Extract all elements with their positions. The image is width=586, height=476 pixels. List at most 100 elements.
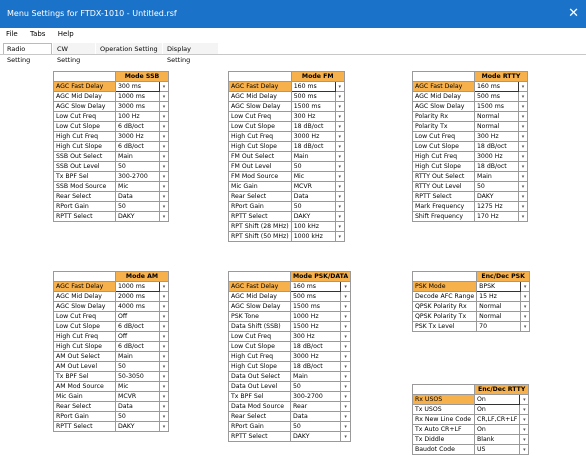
- chevron-down-icon[interactable]: ▾: [339, 291, 352, 302]
- chevron-down-icon[interactable]: ▾: [339, 401, 352, 412]
- chevron-down-icon[interactable]: ▾: [159, 151, 169, 162]
- menu-help[interactable]: Help: [58, 30, 74, 38]
- chevron-down-icon[interactable]: ▾: [519, 404, 530, 415]
- setting-value[interactable]: Main: [290, 371, 341, 382]
- chevron-down-icon[interactable]: ▾: [159, 111, 169, 122]
- chevron-down-icon[interactable]: ▾: [334, 91, 345, 102]
- chevron-down-icon[interactable]: ▾: [518, 211, 528, 222]
- chevron-down-icon[interactable]: ▾: [518, 121, 528, 132]
- setting-value[interactable]: Main: [115, 151, 160, 162]
- setting-value[interactable]: 18 dB/oct: [290, 361, 341, 372]
- chevron-down-icon[interactable]: ▾: [334, 201, 345, 212]
- setting-value[interactable]: 3000 Hz: [290, 131, 336, 142]
- setting-value[interactable]: 3000 Hz: [115, 131, 160, 142]
- setting-value[interactable]: Data: [115, 401, 160, 412]
- chevron-down-icon[interactable]: ▾: [159, 161, 169, 172]
- chevron-down-icon[interactable]: ▾: [334, 181, 345, 192]
- setting-value[interactable]: 50-3050: [115, 371, 160, 382]
- chevron-down-icon[interactable]: ▾: [339, 371, 352, 382]
- setting-value[interactable]: DAKY: [115, 421, 160, 432]
- chevron-down-icon[interactable]: ▾: [159, 201, 169, 212]
- setting-value[interactable]: 50: [290, 421, 341, 432]
- setting-value[interactable]: Data: [115, 191, 160, 202]
- menu-file[interactable]: File: [6, 30, 18, 38]
- setting-value[interactable]: Data: [290, 411, 341, 422]
- chevron-down-icon[interactable]: ▾: [159, 351, 169, 362]
- setting-value[interactable]: 160 ms: [290, 281, 341, 292]
- setting-value[interactable]: 1275 Hz: [474, 201, 519, 212]
- setting-value[interactable]: MCVR: [115, 391, 160, 402]
- setting-value[interactable]: Normal: [476, 311, 522, 322]
- chevron-down-icon[interactable]: ▾: [334, 221, 345, 232]
- close-icon[interactable]: ✕: [568, 0, 579, 28]
- setting-value[interactable]: Rear: [290, 401, 341, 412]
- chevron-down-icon[interactable]: ▾: [339, 281, 352, 292]
- chevron-down-icon[interactable]: ▾: [159, 81, 169, 92]
- chevron-down-icon[interactable]: ▾: [334, 151, 345, 162]
- chevron-down-icon[interactable]: ▾: [159, 411, 169, 422]
- setting-value[interactable]: 50: [290, 381, 341, 392]
- setting-value[interactable]: 18 dB/oct: [290, 141, 336, 152]
- setting-value[interactable]: 50: [115, 411, 160, 422]
- chevron-down-icon[interactable]: ▾: [519, 424, 530, 435]
- setting-value[interactable]: Off: [115, 311, 160, 322]
- setting-value[interactable]: DAKY: [290, 211, 336, 222]
- setting-value[interactable]: 2000 ms: [115, 291, 160, 302]
- chevron-down-icon[interactable]: ▾: [519, 434, 530, 445]
- chevron-down-icon[interactable]: ▾: [159, 141, 169, 152]
- setting-value[interactable]: 160 ms: [290, 81, 336, 92]
- chevron-down-icon[interactable]: ▾: [518, 91, 528, 102]
- chevron-down-icon[interactable]: ▾: [334, 141, 345, 152]
- chevron-down-icon[interactable]: ▾: [159, 331, 169, 342]
- setting-value[interactable]: 3000 Hz: [474, 151, 519, 162]
- setting-value[interactable]: 500 ms: [474, 91, 519, 102]
- setting-value[interactable]: 3000 Hz: [290, 351, 341, 362]
- setting-value[interactable]: CR,LF,CR+LF: [473, 414, 521, 425]
- chevron-down-icon[interactable]: ▾: [159, 181, 169, 192]
- chevron-down-icon[interactable]: ▾: [339, 341, 352, 352]
- chevron-down-icon[interactable]: ▾: [518, 131, 528, 142]
- setting-value[interactable]: Main: [290, 151, 336, 162]
- setting-value[interactable]: 300 Hz: [290, 331, 341, 342]
- chevron-down-icon[interactable]: ▾: [159, 391, 169, 402]
- chevron-down-icon[interactable]: ▾: [520, 301, 531, 312]
- chevron-down-icon[interactable]: ▾: [334, 131, 345, 142]
- setting-value[interactable]: 50: [474, 181, 519, 192]
- setting-value[interactable]: 1500 Hz: [290, 321, 341, 332]
- setting-value[interactable]: 170 Hz: [474, 211, 519, 222]
- setting-value[interactable]: 1500 ms: [290, 301, 341, 312]
- setting-value[interactable]: 300-2700: [115, 171, 160, 182]
- chevron-down-icon[interactable]: ▾: [339, 411, 352, 422]
- setting-value[interactable]: 50: [115, 201, 160, 212]
- setting-value[interactable]: 300 Hz: [474, 131, 519, 142]
- chevron-down-icon[interactable]: ▾: [159, 361, 169, 372]
- setting-value[interactable]: 18 dB/oct: [474, 141, 519, 152]
- chevron-down-icon[interactable]: ▾: [518, 101, 528, 112]
- setting-value[interactable]: 300-2700: [290, 391, 341, 402]
- setting-value[interactable]: 18 dB/oct: [474, 161, 519, 172]
- setting-value[interactable]: 500 ms: [290, 91, 336, 102]
- chevron-down-icon[interactable]: ▾: [520, 311, 531, 322]
- setting-value[interactable]: 100 Hz: [115, 111, 160, 122]
- setting-value[interactable]: 50: [290, 201, 336, 212]
- setting-value[interactable]: 1000 kHz: [290, 231, 336, 242]
- setting-value[interactable]: Normal: [474, 111, 519, 122]
- chevron-down-icon[interactable]: ▾: [159, 421, 169, 432]
- chevron-down-icon[interactable]: ▾: [339, 311, 352, 322]
- chevron-down-icon[interactable]: ▾: [159, 371, 169, 382]
- setting-value[interactable]: BPSK: [476, 281, 522, 292]
- chevron-down-icon[interactable]: ▾: [339, 381, 352, 392]
- setting-value[interactable]: 18 dB/oct: [290, 341, 341, 352]
- setting-value[interactable]: DAKY: [115, 211, 160, 222]
- chevron-down-icon[interactable]: ▾: [159, 381, 169, 392]
- setting-value[interactable]: 3000 ms: [115, 101, 160, 112]
- chevron-down-icon[interactable]: ▾: [339, 301, 352, 312]
- setting-value[interactable]: 1000 ms: [115, 281, 160, 292]
- chevron-down-icon[interactable]: ▾: [159, 211, 169, 222]
- setting-value[interactable]: On: [473, 404, 521, 415]
- setting-value[interactable]: Main: [115, 351, 160, 362]
- chevron-down-icon[interactable]: ▾: [159, 91, 169, 102]
- setting-value[interactable]: Normal: [474, 121, 519, 132]
- chevron-down-icon[interactable]: ▾: [519, 444, 530, 455]
- setting-value[interactable]: 6 dB/oct: [115, 321, 160, 332]
